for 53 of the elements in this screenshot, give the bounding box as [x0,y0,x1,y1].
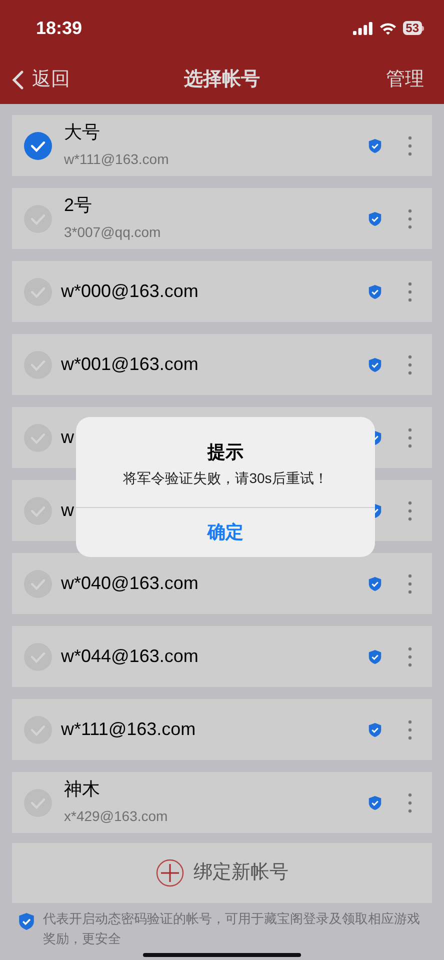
shield-check-icon [368,284,382,300]
dialog-title: 提示 [208,441,244,464]
page-title: 选择帐号 [184,68,260,92]
account-email: w*000@163.com [61,281,198,301]
more-icon[interactable] [408,720,412,740]
manage-button[interactable]: 管理 [386,66,432,94]
account-email: w*044@163.com [61,646,198,666]
more-icon[interactable] [408,574,412,594]
more-icon[interactable] [408,428,412,448]
more-icon[interactable] [408,282,412,302]
back-button[interactable]: 返回 [12,66,70,94]
account-row[interactable]: w*044@163.com [12,626,432,687]
shield-check-icon [368,138,382,154]
chevron-left-icon [12,70,24,90]
account-name: 神木 [64,778,101,800]
battery-indicator: 53 [402,21,422,35]
more-icon[interactable] [408,792,412,812]
account-row[interactable]: 神木 x*429@163.com [12,772,432,833]
account-email: 3*007@qq.com [64,223,162,242]
account-name: 大号 [64,121,101,143]
signal-icon [352,22,373,34]
account-email: w [61,427,74,447]
shield-check-icon [368,722,382,738]
more-icon[interactable] [408,646,412,666]
account-email: w*040@163.com [61,573,198,593]
account-email: x*429@163.com [64,807,169,826]
more-icon[interactable] [408,354,412,374]
add-account-button[interactable]: 绑定新帐号 [12,843,432,903]
status-time: 18:39 [36,16,82,40]
account-email: w*111@163.com [64,150,170,169]
account-name: 2号 [64,194,94,216]
account-row[interactable]: w*111@163.com [12,699,432,760]
shield-check-icon [18,912,35,931]
account-row[interactable]: 2号 3*007@qq.com [12,188,432,249]
account-email: w*111@163.com [61,719,196,739]
shield-check-icon [368,210,382,226]
account-row[interactable]: w*040@163.com [12,553,432,614]
more-icon[interactable] [408,500,412,520]
footnote-text: 代表开启动态密码验证的帐号，可用于藏宝阁登录及领取相应游戏奖励，更安全 [43,910,421,948]
account-row[interactable]: 大号 w*111@163.com [12,115,432,176]
shield-check-icon [368,648,382,664]
more-icon[interactable] [408,136,412,156]
shield-check-icon [368,356,382,372]
plus-circle-icon [156,859,184,887]
account-row[interactable]: w*000@163.com [12,261,432,322]
dialog-message: 将军令验证失败，请30s后重试！ [123,469,328,488]
shield-check-icon [368,794,382,810]
shield-check-icon [368,576,382,592]
account-email: w [61,500,74,520]
more-icon[interactable] [408,208,412,228]
account-email: w*001@163.com [61,354,198,374]
account-row[interactable]: w*001@163.com [12,334,432,395]
wifi-icon [378,22,397,34]
